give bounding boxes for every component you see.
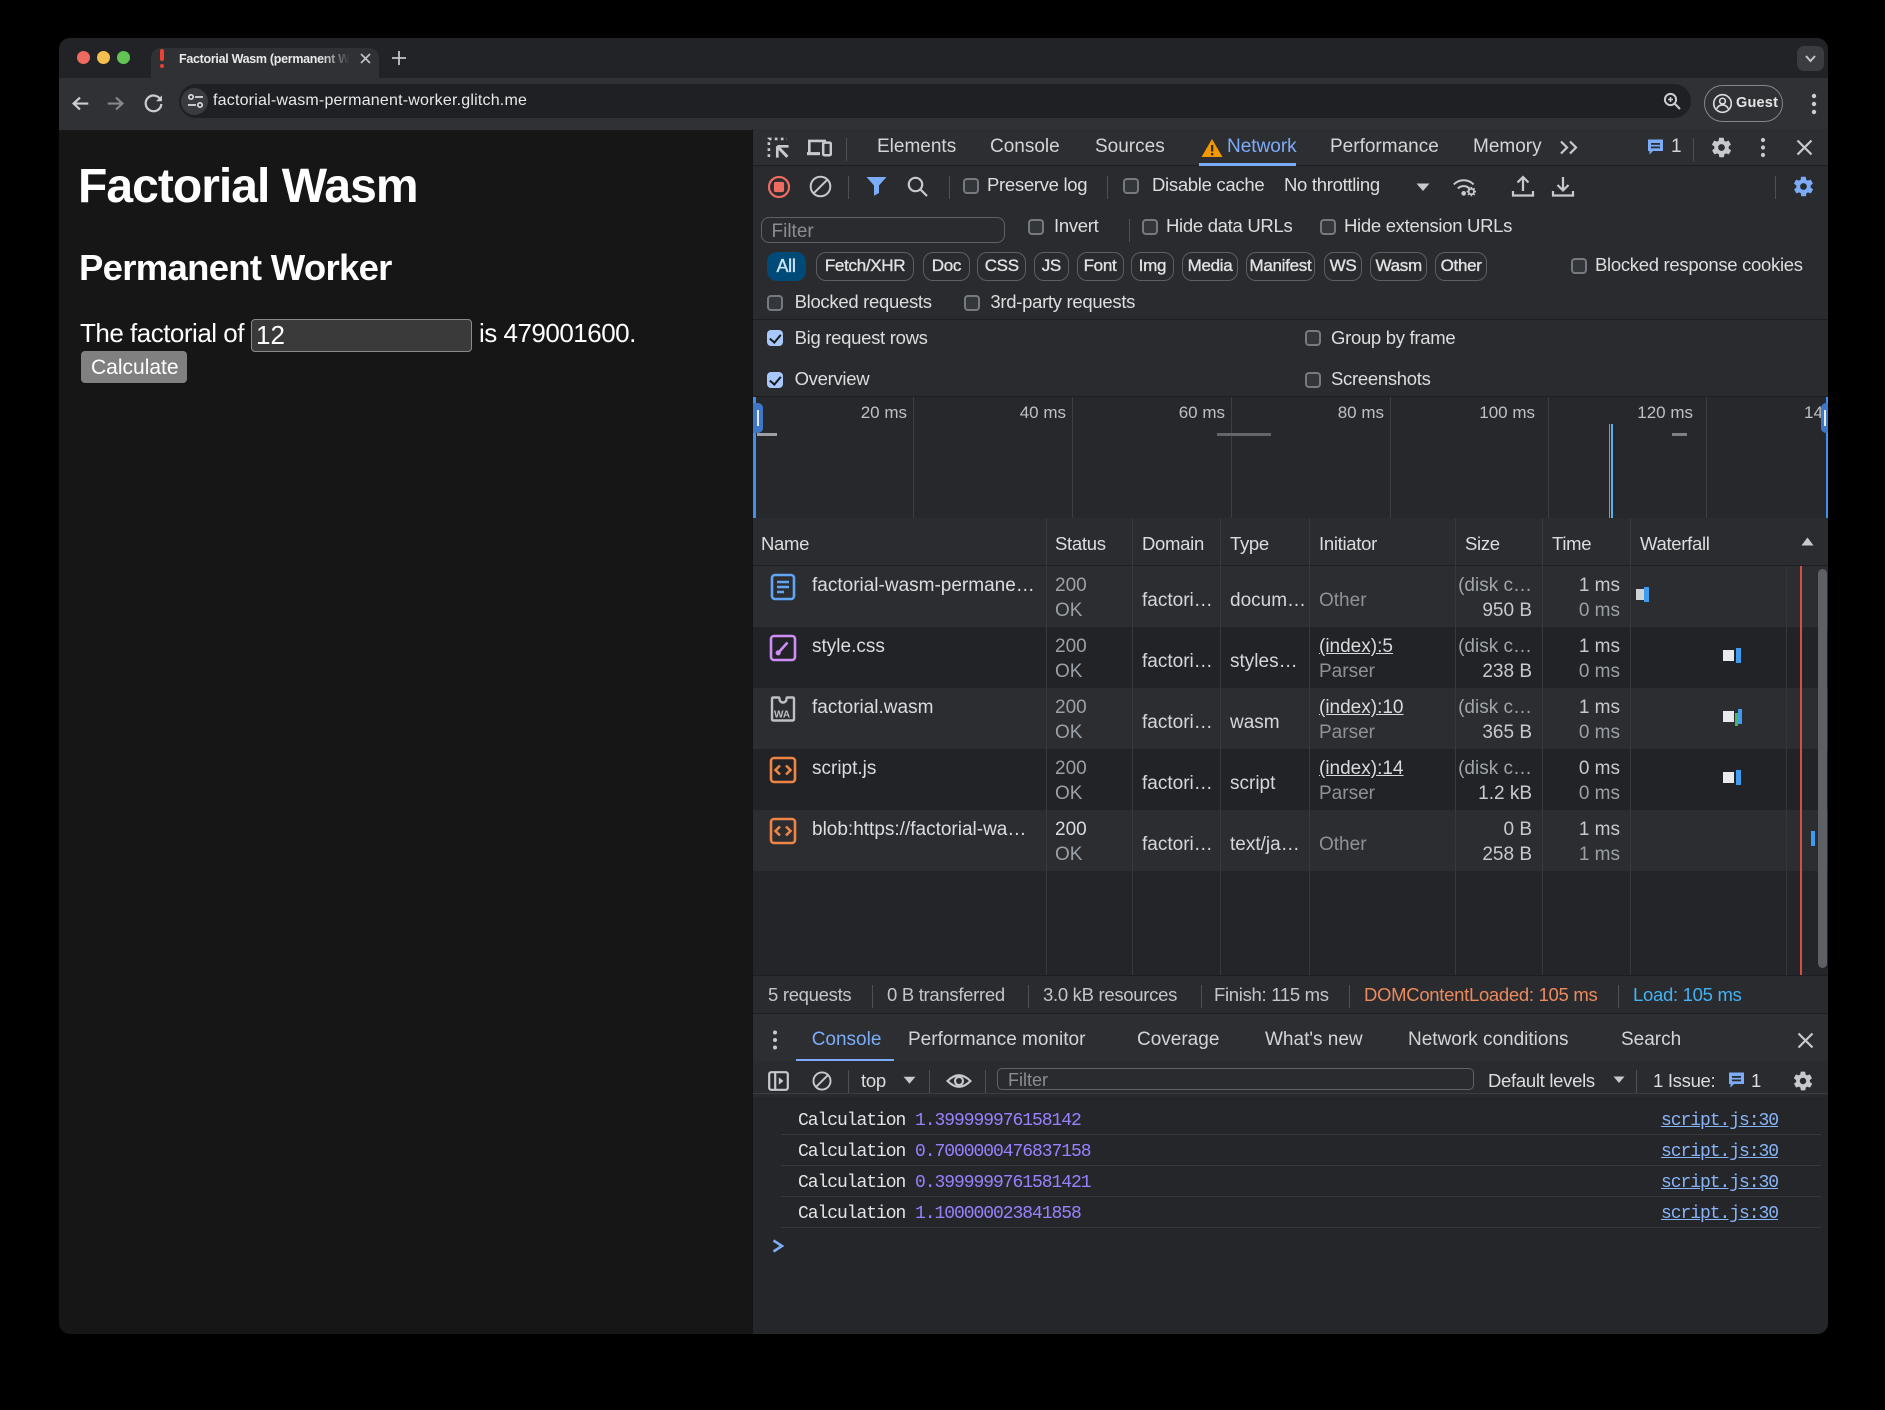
svg-text:WA: WA [774, 710, 790, 721]
